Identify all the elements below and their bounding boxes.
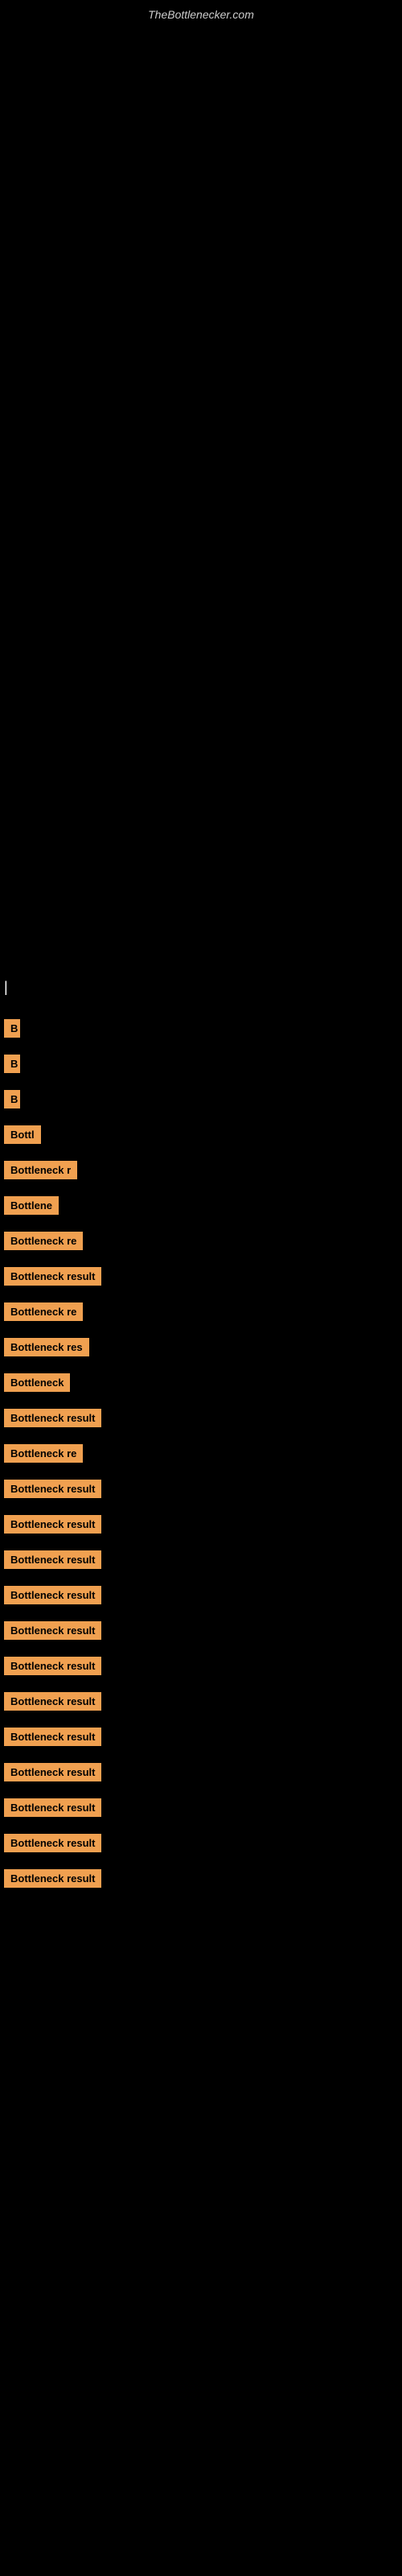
result-label-6: Bottlene [4,1196,59,1215]
result-label-22: Bottleneck result [4,1763,101,1781]
result-label-8: Bottleneck result [4,1267,101,1286]
site-title: TheBottlenecker.com [0,0,402,25]
result-row: Bottl [0,1119,402,1150]
result-label-4: Bottl [4,1125,41,1144]
main-content-area [0,25,402,500]
result-row: B [0,1048,402,1079]
result-label-16: Bottleneck result [4,1550,101,1569]
result-row: Bottleneck result [0,1509,402,1539]
bottom-space [0,1898,402,2220]
result-label-9: Bottleneck re [4,1302,83,1321]
result-row: Bottleneck result [0,1792,402,1823]
result-row: Bottleneck result [0,1615,402,1645]
result-label-23: Bottleneck result [4,1798,101,1817]
result-label-17: Bottleneck result [4,1586,101,1604]
result-row: Bottleneck re [0,1225,402,1256]
result-row: Bottleneck result [0,1544,402,1575]
cursor: | [0,975,402,1000]
result-row: Bottleneck result [0,1402,402,1433]
result-label-19: Bottleneck result [4,1657,101,1675]
result-label-1: B [4,1019,20,1038]
result-label-18: Bottleneck result [4,1621,101,1640]
result-row: Bottleneck [0,1367,402,1397]
result-row: B [0,1084,402,1114]
result-row: Bottleneck r [0,1154,402,1185]
result-row: Bottleneck result [0,1757,402,1787]
result-row: Bottleneck result [0,1827,402,1858]
result-label-3: B [4,1090,20,1108]
result-row: Bottleneck re [0,1438,402,1468]
result-row: Bottleneck result [0,1579,402,1610]
result-row: Bottleneck result [0,1473,402,1504]
result-label-21: Bottleneck result [4,1728,101,1746]
result-label-11: Bottleneck [4,1373,70,1392]
result-label-5: Bottleneck r [4,1161,77,1179]
result-row: Bottleneck re [0,1296,402,1327]
result-label-10: Bottleneck res [4,1338,89,1356]
results-section: B B B Bottl Bottleneck r Bottlene Bottle… [0,1000,402,1893]
result-row: Bottlene [0,1190,402,1220]
result-label-7: Bottleneck re [4,1232,83,1250]
result-label-13: Bottleneck re [4,1444,83,1463]
result-label-15: Bottleneck result [4,1515,101,1534]
result-label-25: Bottleneck result [4,1869,101,1888]
result-row: Bottleneck result [0,1863,402,1893]
result-label-12: Bottleneck result [4,1409,101,1427]
result-label-20: Bottleneck result [4,1692,101,1711]
result-label-24: Bottleneck result [4,1834,101,1852]
result-label-14: Bottleneck result [4,1480,101,1498]
result-label-2: B [4,1055,20,1073]
result-row: Bottleneck result [0,1721,402,1752]
result-row: Bottleneck result [0,1650,402,1681]
result-row: Bottleneck result [0,1261,402,1291]
result-row: B [0,1013,402,1043]
result-row: Bottleneck res [0,1331,402,1362]
result-row: Bottleneck result [0,1686,402,1716]
